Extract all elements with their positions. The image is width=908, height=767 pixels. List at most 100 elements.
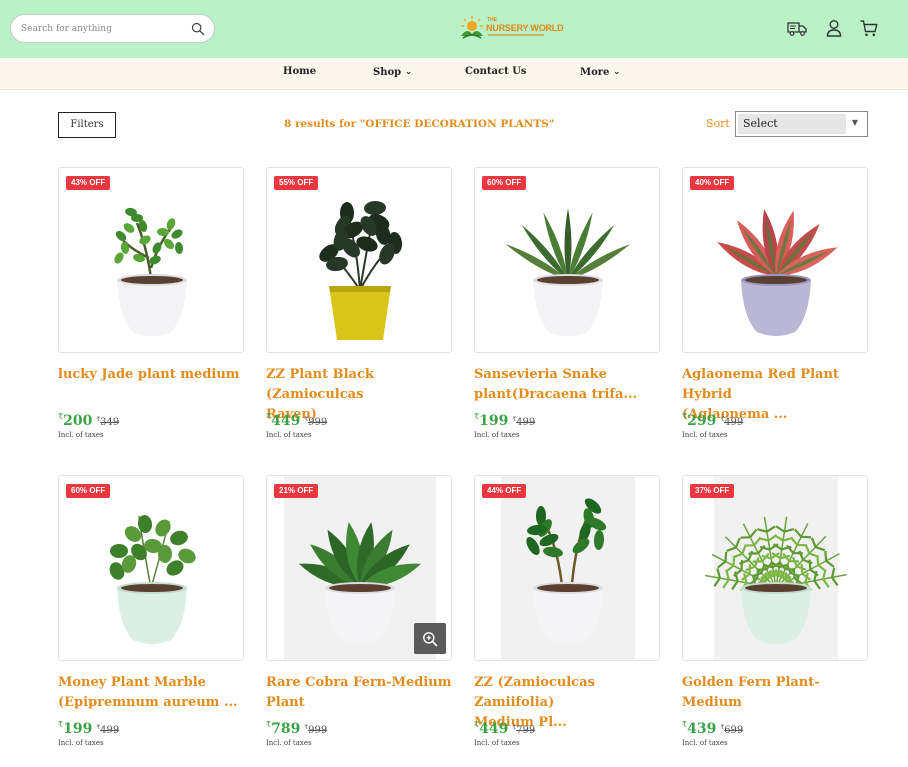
price-block: ₹449 ₹999 (266, 410, 327, 429)
product-image[interactable]: 55% OFF (266, 167, 452, 353)
zoom-in-icon (423, 632, 438, 647)
product-title-line: ZZ (Zamioculcas Zamiifolia) (474, 675, 595, 710)
discount-badge: 44% OFF (482, 484, 527, 498)
price-block: ₹199 ₹499 (58, 718, 119, 737)
filters-button[interactable]: Filters (58, 112, 116, 138)
discount-badge: 43% OFF (66, 176, 111, 190)
product-title-line: Money Plant Marble (58, 675, 206, 690)
sort-label: Sort (706, 117, 730, 130)
original-price: 999 (308, 417, 328, 428)
nav-item-label: Contact Us (465, 66, 527, 77)
plant-image (526, 498, 607, 644)
product-title-line: Rare Cobra Fern-Medium (266, 675, 452, 690)
product-title[interactable]: Rare Cobra Fern-Medium Plant (266, 673, 456, 713)
sale-price: 199 (479, 413, 509, 429)
product-image[interactable]: 60% OFF (474, 167, 660, 353)
original-price: 699 (724, 725, 744, 736)
product-title-line: Aglaonema Red Plant Hybrid (682, 367, 839, 402)
product-title-line: (Epipremnum aureum ... (58, 695, 238, 710)
product-title-line: Golden Fern Plant-Medium (682, 675, 820, 710)
tax-note: Incl. of taxes (682, 739, 728, 747)
price-block: ₹439 ₹699 (682, 718, 743, 737)
logo-text: NURSERY WORLD (486, 23, 564, 33)
product-image[interactable]: 40% OFF (682, 167, 868, 353)
tax-note: Incl. of taxes (58, 431, 104, 439)
sale-price: 449 (479, 721, 509, 737)
discount-badge: 60% OFF (66, 484, 111, 498)
tax-note: Incl. of taxes (474, 739, 520, 747)
sale-price: 199 (63, 721, 93, 737)
nav-item-shop[interactable]: Shop ⌄ (373, 66, 412, 78)
original-price: 499 (100, 725, 120, 736)
discount-badge: 40% OFF (690, 176, 735, 190)
plant-image (717, 209, 838, 336)
discount-badge: 55% OFF (274, 176, 319, 190)
price-block: ₹789 ₹999 (266, 718, 327, 737)
product-title-line: ZZ Plant Black (Zamioculcas (266, 367, 374, 402)
search-icon[interactable] (191, 22, 205, 36)
sort-selected-value: Select (738, 114, 846, 134)
tax-note: Incl. of taxes (266, 739, 312, 747)
plant-image (109, 515, 196, 644)
product-title[interactable]: Golden Fern Plant-Medium (682, 673, 872, 713)
price-block: ₹200 ₹349 (58, 410, 119, 429)
product-title[interactable]: lucky Jade plant medium (58, 365, 248, 385)
product-title[interactable]: Sansevieria Snake plant(Dracaena trifa..… (474, 365, 664, 405)
sale-price: 439 (687, 721, 717, 737)
product-title-line: plant(Dracaena trifa... (474, 387, 638, 402)
price-block: ₹299 ₹499 (682, 410, 743, 429)
chevron-down-icon: ⌄ (405, 66, 412, 76)
discount-badge: 60% OFF (482, 176, 527, 190)
main-nav: Home Shop ⌄ Contact Us More ⌄ (0, 58, 908, 90)
nav-item-contact[interactable]: Contact Us (465, 66, 527, 77)
nav-item-more[interactable]: More ⌄ (580, 66, 620, 78)
product-image[interactable]: 60% OFF (58, 475, 244, 661)
original-price: 999 (308, 725, 328, 736)
tax-note: Incl. of taxes (266, 431, 312, 439)
plant-image (319, 200, 403, 340)
discount-badge: 21% OFF (274, 484, 319, 498)
search-input[interactable] (21, 21, 186, 37)
plant-image (114, 207, 187, 336)
brand-logo[interactable]: THE NURSERY WORLD (458, 14, 564, 42)
cart-icon[interactable] (858, 17, 880, 39)
logo-sun-icon (461, 16, 483, 39)
delivery-truck-icon[interactable] (786, 17, 808, 39)
original-price: 349 (100, 417, 120, 428)
original-price: 499 (516, 417, 536, 428)
dropdown-arrow-icon: ▼ (851, 118, 858, 127)
sale-price: 200 (63, 413, 93, 429)
product-title-line: Plant (266, 695, 305, 710)
product-image[interactable]: 44% OFF (474, 475, 660, 661)
original-price: 499 (724, 417, 744, 428)
sale-price: 299 (687, 413, 717, 429)
nav-item-label: Shop (373, 67, 402, 78)
nav-item-home[interactable]: Home (283, 66, 316, 77)
discount-badge: 37% OFF (690, 484, 735, 498)
user-icon[interactable] (823, 17, 845, 39)
search-box[interactable] (10, 14, 215, 43)
price-block: ₹449 ₹799 (474, 718, 535, 737)
sale-price: 449 (271, 413, 301, 429)
results-summary: 8 results for "OFFICE DECORATION PLANTS" (284, 118, 555, 130)
tax-note: Incl. of taxes (58, 739, 104, 747)
product-image[interactable]: 21% OFF (266, 475, 452, 661)
product-title-line: Sansevieria Snake (474, 367, 607, 382)
product-title[interactable]: Money Plant Marble (Epipremnum aureum ..… (58, 673, 248, 713)
chevron-down-icon: ⌄ (613, 66, 621, 76)
sale-price: 789 (271, 721, 301, 737)
tax-note: Incl. of taxes (682, 431, 728, 439)
sort-dropdown[interactable]: Select ▼ (735, 111, 868, 137)
product-image[interactable]: 43% OFF (58, 167, 244, 353)
plant-image (505, 208, 631, 336)
plant-image (704, 516, 847, 644)
price-block: ₹199 ₹499 (474, 410, 535, 429)
top-header: THE NURSERY WORLD (0, 0, 908, 58)
product-image[interactable]: 37% OFF (682, 475, 868, 661)
logo-tagline-bar (488, 34, 544, 36)
tax-note: Incl. of taxes (474, 431, 520, 439)
nav-item-label: Home (283, 66, 317, 77)
original-price: 799 (516, 725, 536, 736)
quick-view-button[interactable] (414, 623, 446, 654)
product-title-line: lucky Jade plant medium (58, 367, 240, 382)
